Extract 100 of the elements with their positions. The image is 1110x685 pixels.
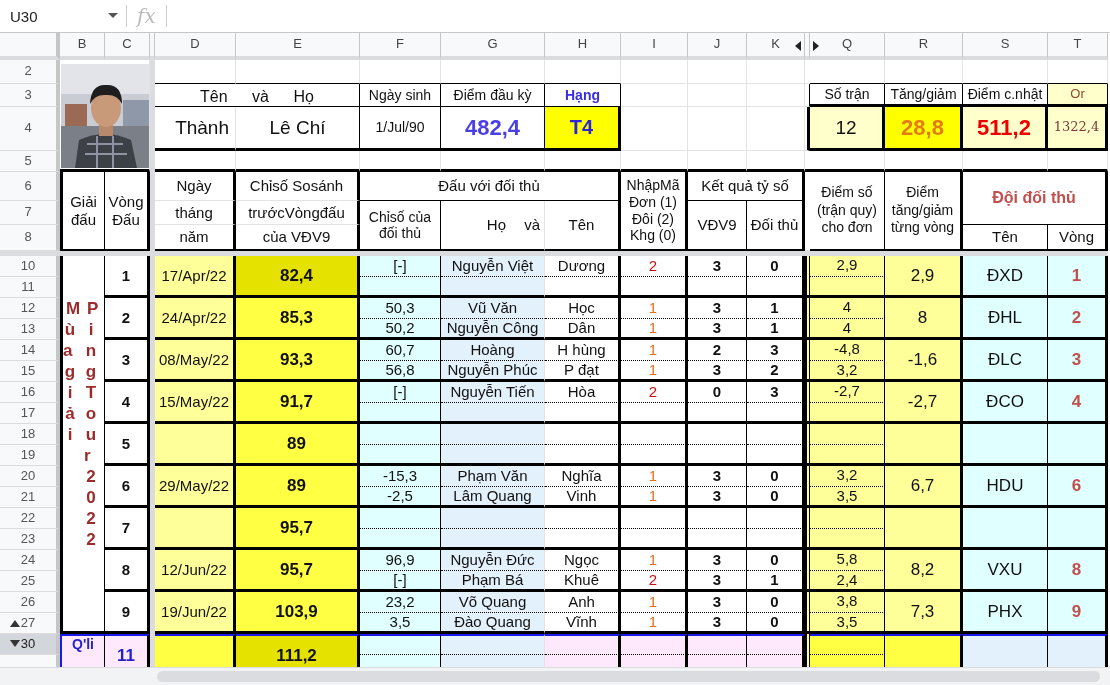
row-header[interactable]: 26 xyxy=(0,592,60,613)
table-cell: 1322,4 xyxy=(1048,107,1108,151)
header-cell: Đội đối thủ xyxy=(963,172,1108,225)
row-header[interactable]: 8 xyxy=(0,225,60,251)
table-cell xyxy=(747,107,805,151)
table-cell: 2 xyxy=(621,571,688,592)
row-number: 21 xyxy=(20,489,36,505)
row-header[interactable]: 30 xyxy=(0,634,60,655)
row-number: 16 xyxy=(20,384,36,400)
row-header[interactable]: 12 xyxy=(0,298,60,319)
row-header[interactable]: 24 xyxy=(0,550,60,571)
column-header[interactable]: I xyxy=(621,33,688,60)
header-cell: tháng xyxy=(155,201,236,225)
column-header[interactable]: Q xyxy=(810,33,885,60)
table-cell: 4 xyxy=(105,382,150,424)
table-cell xyxy=(621,424,688,445)
vertical-label: PingTour 2022 xyxy=(84,298,104,550)
table-cell xyxy=(621,60,688,84)
row-header[interactable]: 7 xyxy=(0,201,60,225)
row-header[interactable]: 22 xyxy=(0,508,60,529)
header-cell: trướcVòngđấu xyxy=(236,201,360,225)
table-cell xyxy=(688,445,747,466)
column-header[interactable]: T xyxy=(1048,33,1108,60)
triangle-down-icon[interactable] xyxy=(10,640,20,648)
row-header[interactable]: 23 xyxy=(0,529,60,550)
formula-label: fx xyxy=(134,4,157,28)
table-cell: -15,3 xyxy=(360,466,441,487)
column-letter: D xyxy=(190,36,200,52)
table-cell: 1 xyxy=(621,361,688,382)
table-cell xyxy=(621,403,688,424)
row-header[interactable]: 15 xyxy=(0,361,60,382)
row-header[interactable]: 16 xyxy=(0,382,60,403)
table-cell: 3,5 xyxy=(810,613,885,634)
table-cell xyxy=(688,508,747,529)
table-cell: 1 xyxy=(621,466,688,487)
row-header[interactable]: 14 xyxy=(0,340,60,361)
row-header[interactable]: 4 xyxy=(0,107,60,151)
table-cell: 29/May/22 xyxy=(155,466,236,508)
table-cell: 3 xyxy=(688,256,747,277)
column-header[interactable]: E xyxy=(236,33,360,60)
table-cell xyxy=(688,529,747,550)
table-cell: 3,2 xyxy=(810,466,885,487)
row-number: 30 xyxy=(20,636,36,652)
row-header[interactable]: 10 xyxy=(0,256,60,277)
column-header[interactable]: K xyxy=(747,33,805,60)
row-number: 20 xyxy=(20,468,36,484)
column-header[interactable]: J xyxy=(688,33,747,60)
row-number: 6 xyxy=(24,178,32,194)
table-cell xyxy=(621,84,688,107)
table-cell xyxy=(747,151,805,172)
horizontal-scrollbar[interactable] xyxy=(0,667,1110,685)
table-cell: 2 xyxy=(105,298,150,340)
column-header[interactable]: D xyxy=(155,33,236,60)
table-cell: 19/Jun/22 xyxy=(155,592,236,634)
table-cell: 3 xyxy=(688,487,747,508)
table-cell: 4 xyxy=(1048,382,1108,424)
triangle-left-icon[interactable] xyxy=(795,41,801,51)
row-header[interactable]: 17 xyxy=(0,403,60,424)
corner-cell[interactable] xyxy=(0,33,60,60)
row-header[interactable]: 18 xyxy=(0,424,60,445)
table-cell: 50,3 xyxy=(360,298,441,319)
table-cell: 24/Apr/22 xyxy=(155,298,236,340)
table-cell: 511,2 xyxy=(963,107,1048,151)
column-header[interactable]: R xyxy=(885,33,963,60)
row-header[interactable]: 6 xyxy=(0,172,60,201)
table-cell xyxy=(688,151,747,172)
row-header[interactable]: 11 xyxy=(0,277,60,298)
column-header[interactable]: B xyxy=(60,33,105,60)
table-cell: Lê Chí xyxy=(236,107,360,151)
table-cell: 1 xyxy=(621,592,688,613)
caret-icon[interactable] xyxy=(108,13,118,19)
table-cell: 8 xyxy=(105,550,150,592)
table-cell: 103,9 xyxy=(236,592,360,634)
table-cell: ĐLC xyxy=(963,340,1048,382)
row-header[interactable]: 13 xyxy=(0,319,60,340)
row-number: 18 xyxy=(20,426,36,442)
row-header[interactable]: 27 xyxy=(0,613,60,634)
table-cell: 1 xyxy=(1048,256,1108,298)
row-header[interactable]: 21 xyxy=(0,487,60,508)
column-header[interactable]: G xyxy=(441,33,545,60)
column-header[interactable]: F xyxy=(360,33,441,60)
row-header[interactable]: 3 xyxy=(0,84,60,107)
row-header[interactable]: 5 xyxy=(0,151,60,172)
row-header[interactable]: 25 xyxy=(0,571,60,592)
triangle-right-icon[interactable] xyxy=(813,41,819,51)
table-cell: 0 xyxy=(688,382,747,403)
column-header[interactable]: H xyxy=(545,33,621,60)
row-header[interactable]: 2 xyxy=(0,60,60,84)
column-header[interactable]: C xyxy=(105,33,150,60)
vertical-label: Mùa giải xyxy=(63,298,83,446)
column-header[interactable]: S xyxy=(963,33,1048,60)
table-cell: 4 xyxy=(810,319,885,340)
triangle-up-icon[interactable] xyxy=(10,619,20,627)
header-cell: Kết quả tỷ số xyxy=(688,172,805,201)
table-cell: 1 xyxy=(621,550,688,571)
table-cell: 4 xyxy=(810,298,885,319)
row-header[interactable]: 19 xyxy=(0,445,60,466)
table-cell: -4,8 xyxy=(810,340,885,361)
name-box[interactable]: U30 xyxy=(0,0,126,32)
row-header[interactable]: 20 xyxy=(0,466,60,487)
